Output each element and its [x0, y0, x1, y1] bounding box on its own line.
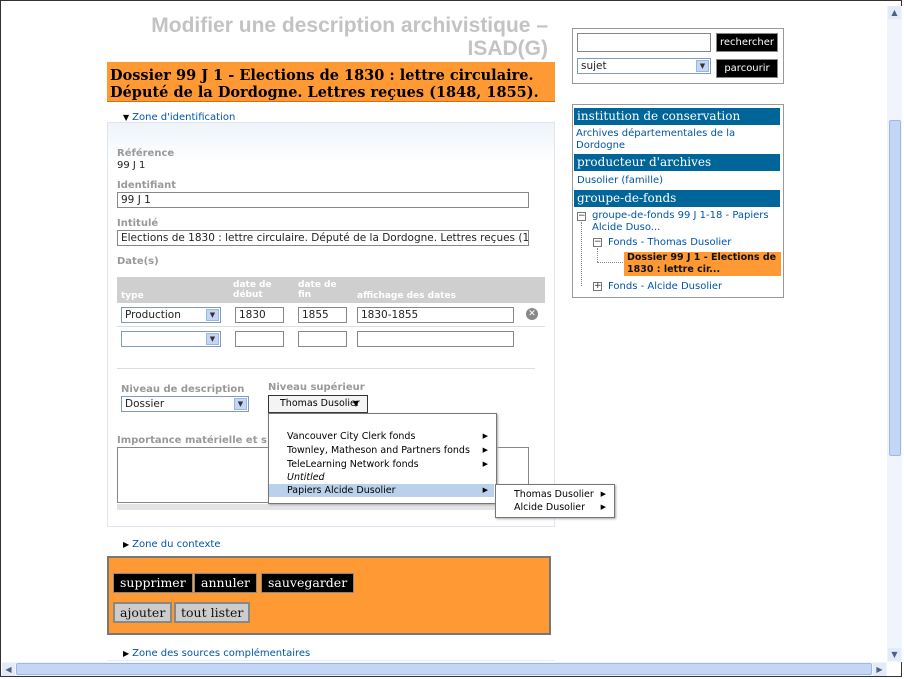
tree-current-item[interactable]: Dossier 99 J 1 - Elections de 1830 : let…	[624, 252, 781, 276]
niveau-label: Niveau de description	[121, 384, 245, 395]
tout-lister-button[interactable]: tout lister	[174, 602, 251, 623]
scroll-right-icon[interactable]: ▶	[873, 663, 886, 676]
row-divider	[117, 326, 545, 327]
importance-label: Importance matérielle et s	[117, 435, 267, 446]
triangle-down-icon: ▼	[123, 113, 130, 122]
resize-handle[interactable]	[117, 504, 545, 510]
producteur-link[interactable]: Dusolier (famille)	[577, 175, 663, 187]
col-type: type	[121, 291, 144, 301]
chevron-right-icon: ▶	[600, 490, 606, 498]
rechercher-button[interactable]: rechercher	[716, 33, 778, 52]
menu-item[interactable]: Vancouver City Clerk fonds ▶	[269, 430, 494, 443]
search-type-select[interactable]: sujet ▼	[577, 58, 711, 74]
tree-fonds2-link[interactable]: Fonds - Alcide Dusolier	[608, 281, 722, 293]
col-date-debut: date de début	[233, 280, 272, 300]
date-debut-input-empty[interactable]	[235, 331, 284, 347]
dates-table-header: type date de début date de fin affichage…	[117, 277, 545, 303]
collapse-icon[interactable]: −	[593, 238, 602, 247]
sauvegarder-button[interactable]: sauvegarder	[261, 573, 355, 593]
institution-link[interactable]: Archives départementales de la Dordogne	[576, 128, 776, 152]
niveau-superieur-button[interactable]: Thomas Dusolier ▼	[268, 395, 368, 413]
triangle-right-icon: ▶	[123, 649, 130, 658]
intitule-label: Intitulé	[117, 218, 159, 229]
chevron-down-icon: ▼	[206, 333, 219, 345]
niveau-select[interactable]: Dossier ▼	[121, 396, 249, 412]
scroll-left-icon[interactable]: ◀	[2, 663, 15, 676]
niveau-superieur-submenu: Thomas Dusolier ▶ Alcide Dusolier ▶	[495, 484, 615, 518]
date-affichage-input[interactable]: 1830-1855	[357, 307, 514, 323]
tree-line	[597, 262, 623, 264]
chevron-right-icon: ▶	[482, 486, 488, 494]
zone-divider	[107, 660, 555, 661]
identifiant-input[interactable]: 99 J 1	[117, 192, 529, 208]
date-type-select-empty[interactable]: ▼	[121, 331, 221, 347]
date-fin-input[interactable]: 1855	[298, 307, 347, 323]
menu-item[interactable]: Townley, Matheson and Partners fonds ▶	[269, 444, 494, 457]
tree-fonds1-link[interactable]: Fonds - Thomas Dusolier	[608, 237, 731, 249]
expand-icon[interactable]: +	[593, 282, 602, 291]
chevron-down-icon: ▼	[206, 309, 219, 321]
delete-row-icon[interactable]: ✕	[526, 308, 538, 320]
zone-sources-toggle[interactable]: ▶ Zone des sources complémentaires	[123, 648, 310, 659]
dates-label: Date(s)	[117, 256, 159, 267]
chevron-down-icon: ▼	[696, 60, 709, 72]
menu-item[interactable]: Untitled	[269, 471, 494, 484]
search-input[interactable]	[577, 33, 711, 52]
supprimer-button[interactable]: supprimer	[113, 573, 193, 593]
superieur-label: Niveau supérieur	[268, 382, 365, 393]
tree-line	[597, 248, 599, 262]
col-date-fin: date de fin	[298, 280, 337, 300]
vertical-scroll-thumb[interactable]	[889, 120, 901, 456]
triangle-right-icon: ▶	[123, 540, 130, 549]
chevron-right-icon: ▶	[600, 503, 606, 511]
submenu-item[interactable]: Thomas Dusolier ▶	[496, 488, 612, 501]
reference-value: 99 J 1	[117, 160, 146, 171]
reference-label: Référence	[117, 148, 175, 159]
zone-contexte-toggle[interactable]: ▶ Zone du contexte	[123, 539, 221, 550]
tree-line	[581, 222, 583, 286]
section-divider	[117, 368, 535, 369]
scroll-down-icon[interactable]: ▼	[888, 648, 901, 661]
page-title: Modifier une description archivistique –…	[151, 14, 548, 60]
menu-item-highlighted[interactable]: Papiers Alcide Dusolier ▶	[269, 484, 494, 497]
scroll-up-icon[interactable]: ▲	[888, 6, 901, 19]
institution-header: institution de conservation	[574, 108, 780, 125]
producteur-header: producteur d'archives	[574, 154, 780, 171]
chevron-right-icon: ▶	[482, 446, 488, 454]
chevron-right-icon: ▶	[482, 460, 488, 468]
date-fin-input-empty[interactable]	[298, 331, 347, 347]
parcourir-button[interactable]: parcourir	[716, 59, 778, 78]
niveau-superieur-menu: Vancouver City Clerk fonds ▶ Townley, Mat…	[268, 413, 497, 504]
annuler-button[interactable]: annuler	[194, 573, 257, 593]
identifiant-label: Identifiant	[117, 180, 177, 191]
collapse-icon[interactable]: −	[577, 212, 586, 221]
intitule-input[interactable]: Elections de 1830 : lettre circulaire. D…	[117, 230, 529, 246]
caret-down-icon: ▼	[352, 399, 359, 408]
date-type-select[interactable]: Production ▼	[121, 307, 221, 323]
date-debut-input[interactable]: 1830	[235, 307, 284, 323]
dossier-title-banner: Dossier 99 J 1 - Elections de 1830 : let…	[107, 62, 555, 102]
actions-panel	[107, 556, 551, 635]
date-affichage-input-empty[interactable]	[357, 331, 514, 347]
groupe-header: groupe-de-fonds	[574, 190, 780, 207]
chevron-right-icon: ▶	[482, 432, 488, 440]
col-affichage: affichage des dates	[357, 291, 456, 301]
tree-root-link[interactable]: groupe-de-fonds 99 J 1-18 - Papiers Alci…	[592, 210, 780, 234]
ajouter-button[interactable]: ajouter	[113, 602, 173, 623]
horizontal-scroll-thumb[interactable]	[16, 663, 872, 675]
submenu-item[interactable]: Alcide Dusolier ▶	[496, 501, 612, 514]
menu-item[interactable]: TeleLearning Network fonds ▶	[269, 458, 494, 471]
chevron-down-icon: ▼	[234, 398, 247, 410]
